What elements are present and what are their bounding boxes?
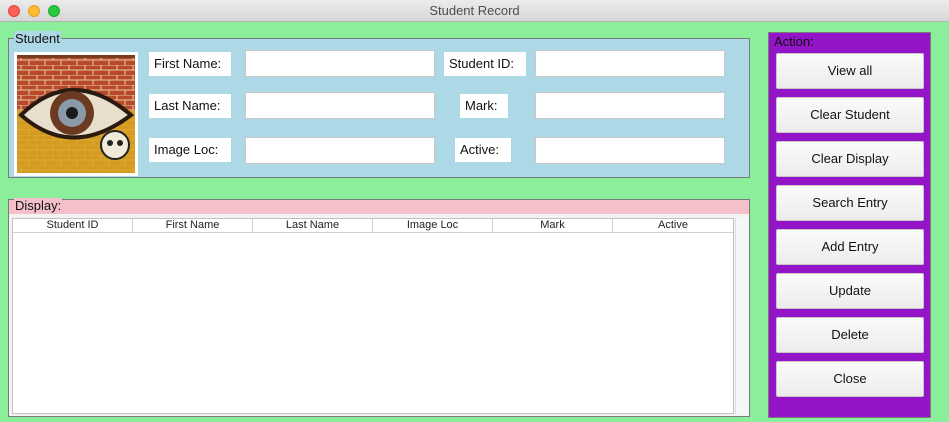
column-header-image-loc[interactable]: Image Loc bbox=[373, 219, 493, 232]
title-bar: Student Record bbox=[0, 0, 949, 22]
image-loc-input[interactable] bbox=[245, 137, 435, 164]
column-header-active[interactable]: Active bbox=[613, 219, 733, 232]
display-frame: Display: Student ID First Name Last Name… bbox=[8, 198, 750, 417]
records-table-scrollbar[interactable] bbox=[735, 218, 749, 414]
student-id-label: Student ID: bbox=[444, 52, 526, 76]
column-header-first-name[interactable]: First Name bbox=[133, 219, 253, 232]
close-button[interactable]: Close bbox=[776, 361, 924, 397]
student-frame-legend: Student bbox=[14, 31, 61, 46]
column-header-last-name[interactable]: Last Name bbox=[253, 219, 373, 232]
app-window: Student First Name: Last Name: Image Loc… bbox=[0, 22, 949, 422]
search-entry-button[interactable]: Search Entry bbox=[776, 185, 924, 221]
records-table-header: Student ID First Name Last Name Image Lo… bbox=[13, 219, 733, 233]
first-name-label: First Name: bbox=[149, 52, 231, 76]
view-all-button[interactable]: View all bbox=[776, 53, 924, 89]
first-name-input[interactable] bbox=[245, 50, 435, 77]
display-frame-legend: Display: bbox=[14, 198, 63, 213]
student-frame: Student First Name: Last Name: Image Loc… bbox=[8, 31, 750, 178]
window-title: Student Record bbox=[429, 3, 520, 18]
image-loc-label: Image Loc: bbox=[149, 138, 231, 162]
active-label: Active: bbox=[455, 138, 511, 162]
mark-label: Mark: bbox=[460, 94, 508, 118]
clear-student-button[interactable]: Clear Student bbox=[776, 97, 924, 133]
active-input[interactable] bbox=[535, 137, 725, 164]
student-photo-image bbox=[17, 55, 135, 173]
add-entry-button[interactable]: Add Entry bbox=[776, 229, 924, 265]
delete-button[interactable]: Delete bbox=[776, 317, 924, 353]
mark-input[interactable] bbox=[535, 92, 725, 119]
last-name-label: Last Name: bbox=[149, 94, 231, 118]
column-header-mark[interactable]: Mark bbox=[493, 219, 613, 232]
student-photo bbox=[14, 52, 138, 176]
column-header-student-id[interactable]: Student ID bbox=[13, 219, 133, 232]
display-legend-bar bbox=[9, 200, 749, 214]
clear-display-button[interactable]: Clear Display bbox=[776, 141, 924, 177]
update-button[interactable]: Update bbox=[776, 273, 924, 309]
action-frame: Action: View all Clear Student Clear Dis… bbox=[768, 32, 931, 418]
records-table[interactable]: Student ID First Name Last Name Image Lo… bbox=[12, 218, 734, 414]
last-name-input[interactable] bbox=[245, 92, 435, 119]
action-frame-legend: Action: bbox=[773, 34, 815, 49]
student-id-input[interactable] bbox=[535, 50, 725, 77]
